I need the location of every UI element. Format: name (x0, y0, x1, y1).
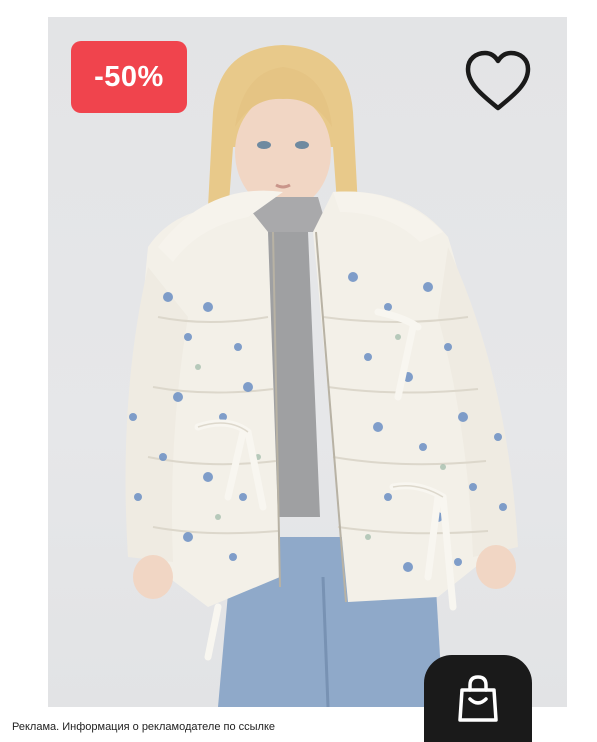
favorite-button[interactable] (462, 48, 534, 114)
discount-badge: -50% (71, 41, 187, 113)
child-puffer-jacket-illustration (125, 45, 518, 707)
ad-disclaimer[interactable]: Реклама. Информация о рекламодателе по с… (12, 721, 275, 733)
shopping-bag-icon (458, 674, 498, 722)
heart-outline-icon (465, 50, 531, 111)
add-to-cart-button[interactable] (424, 655, 532, 742)
product-photo[interactable] (48, 17, 567, 707)
product-card[interactable]: -50% Реклама. Информация о рекламодателе… (0, 0, 597, 742)
